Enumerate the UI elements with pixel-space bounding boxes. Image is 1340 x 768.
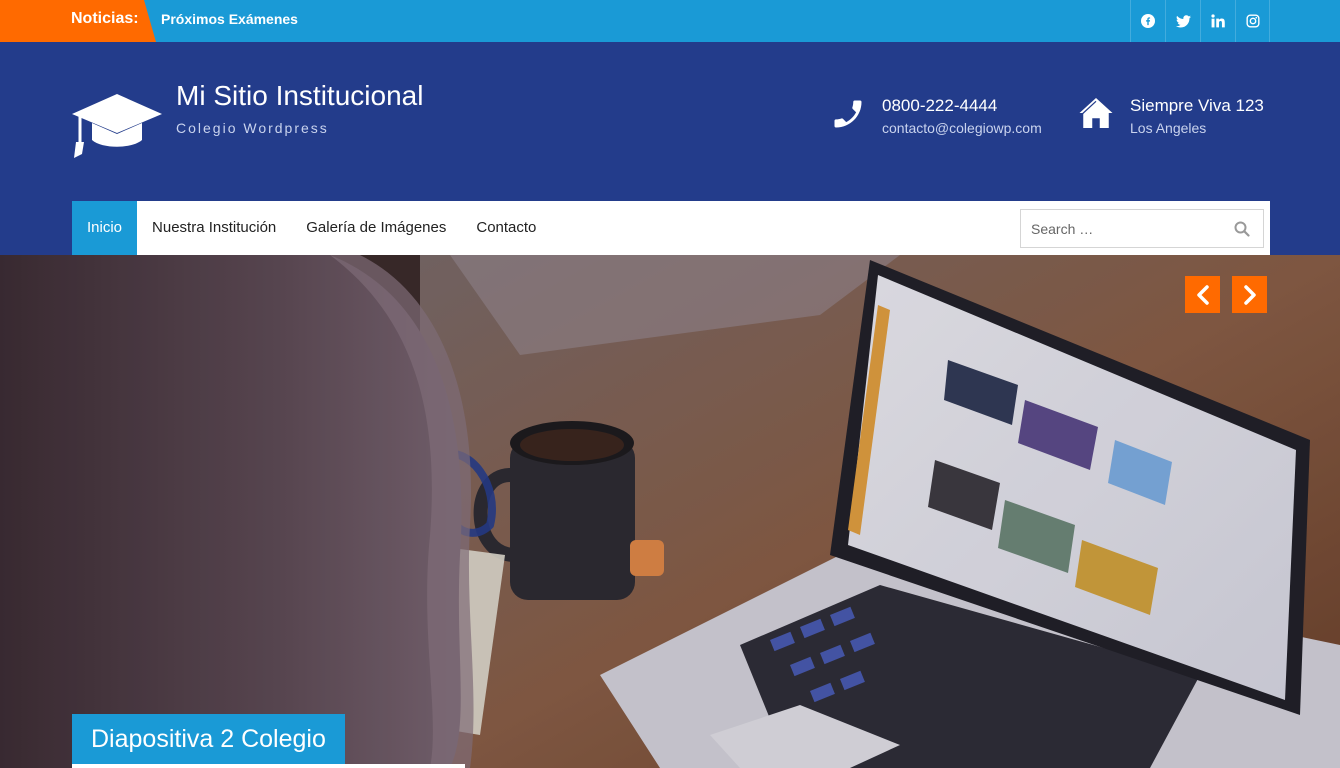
phone-number[interactable]: 0800-222-4444 — [882, 96, 1042, 116]
main-navigation: Inicio Nuestra Institución Galería de Im… — [72, 201, 1270, 255]
facebook-link[interactable] — [1130, 0, 1165, 42]
instagram-link[interactable] — [1235, 0, 1270, 42]
nav-item-contacto[interactable]: Contacto — [461, 201, 551, 255]
search-form — [1020, 209, 1264, 248]
linkedin-link[interactable] — [1200, 0, 1235, 42]
news-label-badge: Noticias: — [0, 0, 156, 42]
slide-caption-title: Diapositiva 2 Colegio — [91, 724, 326, 753]
phone-icon — [830, 96, 866, 137]
news-ticker-bar: Noticias: Próximos Exámenes — [0, 0, 1340, 42]
slider-prev-button[interactable] — [1185, 276, 1220, 313]
contact-phone-block: 0800-222-4444 contacto@colegiowp.com — [830, 96, 1042, 137]
site-logo-link[interactable] — [72, 92, 162, 165]
search-icon[interactable] — [1234, 221, 1250, 242]
slide-caption-underline — [72, 764, 465, 768]
twitter-icon — [1175, 14, 1191, 27]
linkedin-icon — [1211, 14, 1225, 28]
hero-slider: Diapositiva 2 Colegio — [0, 255, 1340, 768]
twitter-link[interactable] — [1165, 0, 1200, 42]
address-city: Los Angeles — [1130, 120, 1207, 136]
site-description: Colegio Wordpress — [176, 120, 329, 136]
contact-address-block: Siempre Viva 123 Los Angeles — [1078, 96, 1264, 136]
search-input[interactable] — [1021, 210, 1221, 247]
chevron-left-icon — [1196, 284, 1209, 305]
address-street: Siempre Viva 123 — [1130, 96, 1264, 115]
facebook-icon — [1141, 14, 1155, 28]
nav-item-inicio[interactable]: Inicio — [72, 201, 138, 255]
slide-caption: Diapositiva 2 Colegio — [72, 714, 345, 764]
chevron-right-icon — [1243, 284, 1256, 305]
slider-next-button[interactable] — [1232, 276, 1267, 313]
social-links — [1130, 0, 1270, 42]
news-label: Noticias: — [71, 10, 139, 27]
slide-image — [0, 255, 1340, 768]
nav-item-galeria[interactable]: Galería de Imágenes — [291, 201, 461, 255]
contact-email[interactable]: contacto@colegiowp.com — [882, 120, 1042, 136]
site-title[interactable]: Mi Sitio Institucional — [176, 80, 423, 112]
graduation-cap-icon — [72, 94, 162, 158]
instagram-icon — [1245, 14, 1260, 28]
nav-item-nuestra-institucion[interactable]: Nuestra Institución — [137, 201, 291, 255]
news-item-link[interactable]: Próximos Exámenes — [161, 11, 298, 27]
home-icon — [1078, 96, 1114, 135]
